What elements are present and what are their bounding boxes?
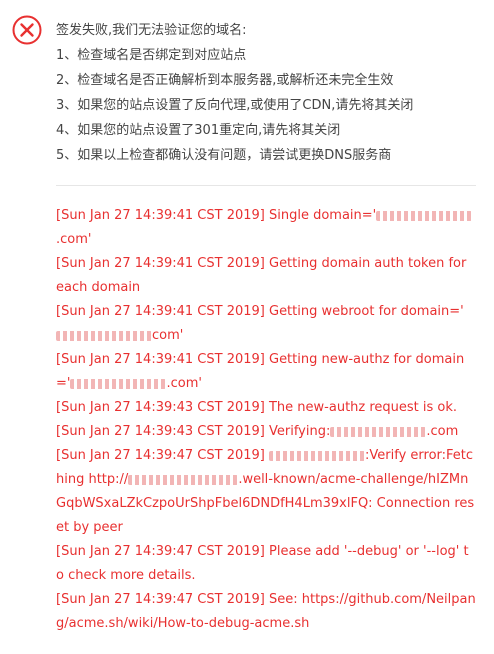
log-text: [Sun Jan 27 14:39:47 CST 2019] xyxy=(56,448,269,463)
log-line: [Sun Jan 27 14:39:47 CST 2019] Please ad… xyxy=(56,540,476,588)
log-text: [Sun Jan 27 14:39:43 CST 2019] The new-a… xyxy=(56,400,458,415)
log-line: [Sun Jan 27 14:39:43 CST 2019] Verifying… xyxy=(56,420,476,444)
log-text: [Sun Jan 27 14:39:41 CST 2019] Single do… xyxy=(56,208,377,223)
check-item: 3、如果您的站点设置了反向代理,或使用了CDN,请先将其关闭 xyxy=(56,98,414,113)
redacted-domain xyxy=(56,330,152,341)
log-output: [Sun Jan 27 14:39:41 CST 2019] Single do… xyxy=(56,204,476,636)
redacted-domain xyxy=(269,450,365,461)
log-line: [Sun Jan 27 14:39:47 CST 2019] See: http… xyxy=(56,588,476,636)
log-text: .com xyxy=(426,424,459,439)
log-text: [Sun Jan 27 14:39:47 CST 2019] Please ad… xyxy=(56,544,469,583)
log-line: [Sun Jan 27 14:39:47 CST 2019] :Verify e… xyxy=(56,444,476,540)
close-circle-icon xyxy=(12,15,42,45)
log-line: [Sun Jan 27 14:39:41 CST 2019] Getting n… xyxy=(56,348,476,396)
log-text: [Sun Jan 27 14:39:47 CST 2019] See: http… xyxy=(56,592,476,631)
redacted-domain xyxy=(330,426,427,437)
dialog-title: 签发失败,我们无法验证您的域名: xyxy=(56,23,247,38)
redacted-domain xyxy=(376,210,473,221)
redacted-domain xyxy=(70,378,167,389)
check-item: 1、检查域名是否绑定到对应站点 xyxy=(56,48,247,63)
divider xyxy=(56,185,476,186)
log-text: .com' xyxy=(166,376,202,391)
log-line: [Sun Jan 27 14:39:43 CST 2019] The new-a… xyxy=(56,396,476,420)
check-item: 2、检查域名是否正确解析到本服务器,或解析还未完全生效 xyxy=(56,73,394,88)
check-item: 4、如果您的站点设置了301重定向,请先将其关闭 xyxy=(56,123,341,138)
log-text: .com' xyxy=(56,232,92,247)
log-text: [Sun Jan 27 14:39:43 CST 2019] Verifying… xyxy=(56,424,331,439)
log-text: [Sun Jan 27 14:39:41 CST 2019] Getting w… xyxy=(56,304,464,319)
error-dialog: 签发失败,我们无法验证您的域名: 1、检查域名是否绑定到对应站点 2、检查域名是… xyxy=(0,0,494,654)
log-line: [Sun Jan 27 14:39:41 CST 2019] Getting d… xyxy=(56,252,476,300)
log-line: [Sun Jan 27 14:39:41 CST 2019] Getting w… xyxy=(56,300,476,348)
check-item: 5、如果以上检查都确认没有问题，请尝试更换DNS服务商 xyxy=(56,148,392,163)
redacted-domain xyxy=(128,474,239,485)
log-text: com' xyxy=(152,328,184,343)
log-text: [Sun Jan 27 14:39:41 CST 2019] Getting d… xyxy=(56,256,467,295)
check-list: 1、检查域名是否绑定到对应站点 2、检查域名是否正确解析到本服务器,或解析还未完… xyxy=(56,47,413,172)
log-line: [Sun Jan 27 14:39:41 CST 2019] Single do… xyxy=(56,204,476,252)
